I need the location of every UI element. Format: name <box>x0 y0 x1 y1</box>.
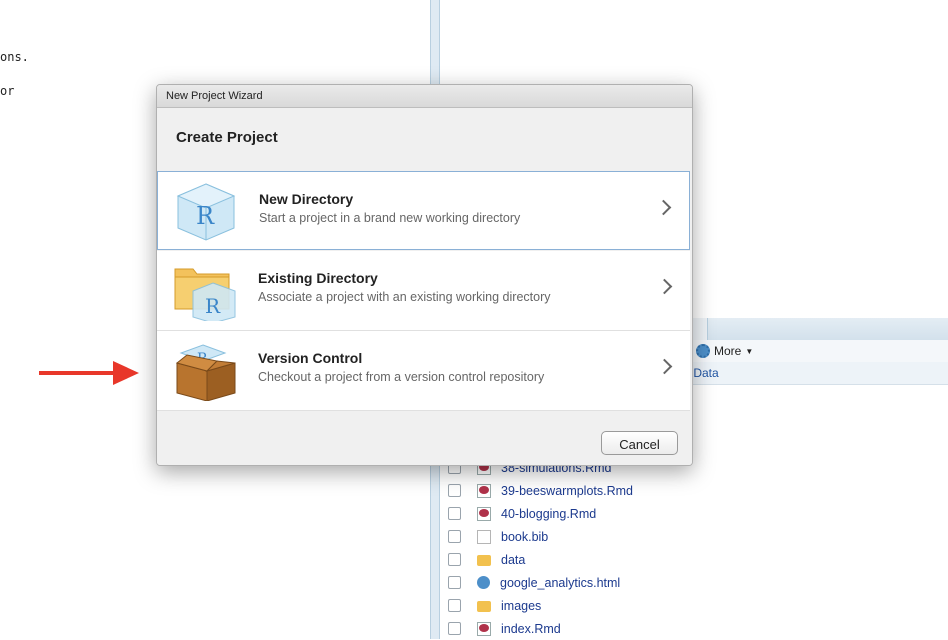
file-name-link[interactable]: index.Rmd <box>501 622 561 636</box>
folder-icon <box>477 601 491 612</box>
r-cube-icon: R <box>176 183 236 241</box>
file-checkbox[interactable] <box>448 507 461 520</box>
box-icon: R <box>175 344 236 401</box>
new-project-wizard-dialog: New Project Wizard Create Project R New … <box>156 84 693 466</box>
list-item: images <box>448 594 948 617</box>
file-checkbox[interactable] <box>448 599 461 612</box>
chevron-right-icon <box>656 278 673 295</box>
option-description: Checkout a project from a version contro… <box>258 370 545 384</box>
svg-text:R: R <box>196 202 215 230</box>
file-name-link[interactable]: data <box>501 553 525 567</box>
chevron-right-icon <box>656 358 673 375</box>
list-item: data <box>448 548 948 571</box>
option-title: Version Control <box>258 350 363 366</box>
list-item: index.Rmd <box>448 617 948 640</box>
list-item: book.bib <box>448 525 948 548</box>
file-name-link[interactable]: 39-beeswarmplots.Rmd <box>501 484 633 498</box>
list-item: google_analytics.html <box>448 571 948 594</box>
option-description: Associate a project with an existing wor… <box>258 290 551 304</box>
option-existing-directory[interactable]: R Existing Directory Associate a project… <box>157 251 690 331</box>
arrow-shaft <box>39 371 119 375</box>
option-title: New Directory <box>259 191 354 207</box>
file-name-link[interactable]: 40-blogging.Rmd <box>501 507 596 521</box>
html-file-icon <box>477 576 490 589</box>
rmd-file-icon <box>477 506 491 521</box>
list-item: 40-blogging.Rmd <box>448 502 948 525</box>
caret-down-icon: ▼ <box>745 346 754 356</box>
file-name-link[interactable]: images <box>501 599 541 613</box>
dialog-title: New Project Wizard <box>157 85 692 108</box>
gear-icon <box>696 344 710 358</box>
option-version-control[interactable]: R Version Control Checkout a project fro… <box>157 331 690 411</box>
folder-icon <box>477 555 491 566</box>
more-label: More <box>714 344 742 358</box>
console-text-line: or <box>0 84 15 98</box>
console-text-line: ons. <box>0 50 29 64</box>
chevron-right-icon <box>655 199 672 216</box>
rmd-file-icon <box>477 621 491 636</box>
file-name-link[interactable]: book.bib <box>501 530 548 544</box>
file-name-link[interactable]: google_analytics.html <box>500 576 620 590</box>
file-checkbox[interactable] <box>448 576 461 589</box>
document-icon <box>477 529 491 544</box>
option-title: Existing Directory <box>258 270 378 286</box>
file-checkbox[interactable] <box>448 484 461 497</box>
arrow-right-icon <box>113 361 139 385</box>
svg-text:R: R <box>205 294 221 318</box>
list-item: 39-beeswarmplots.Rmd <box>448 479 948 502</box>
option-description: Start a project in a brand new working d… <box>259 211 521 225</box>
file-checkbox[interactable] <box>448 553 461 566</box>
more-button[interactable]: More ▼ <box>696 342 753 360</box>
folder-r-icon: R <box>174 268 236 321</box>
cancel-button[interactable]: Cancel <box>601 431 678 455</box>
file-checkbox[interactable] <box>448 622 461 635</box>
file-checkbox[interactable] <box>448 530 461 543</box>
option-new-directory[interactable]: R New Directory Start a project in a bra… <box>157 171 690 250</box>
dialog-heading: Create Project <box>176 129 278 146</box>
rmd-file-icon <box>477 483 491 498</box>
